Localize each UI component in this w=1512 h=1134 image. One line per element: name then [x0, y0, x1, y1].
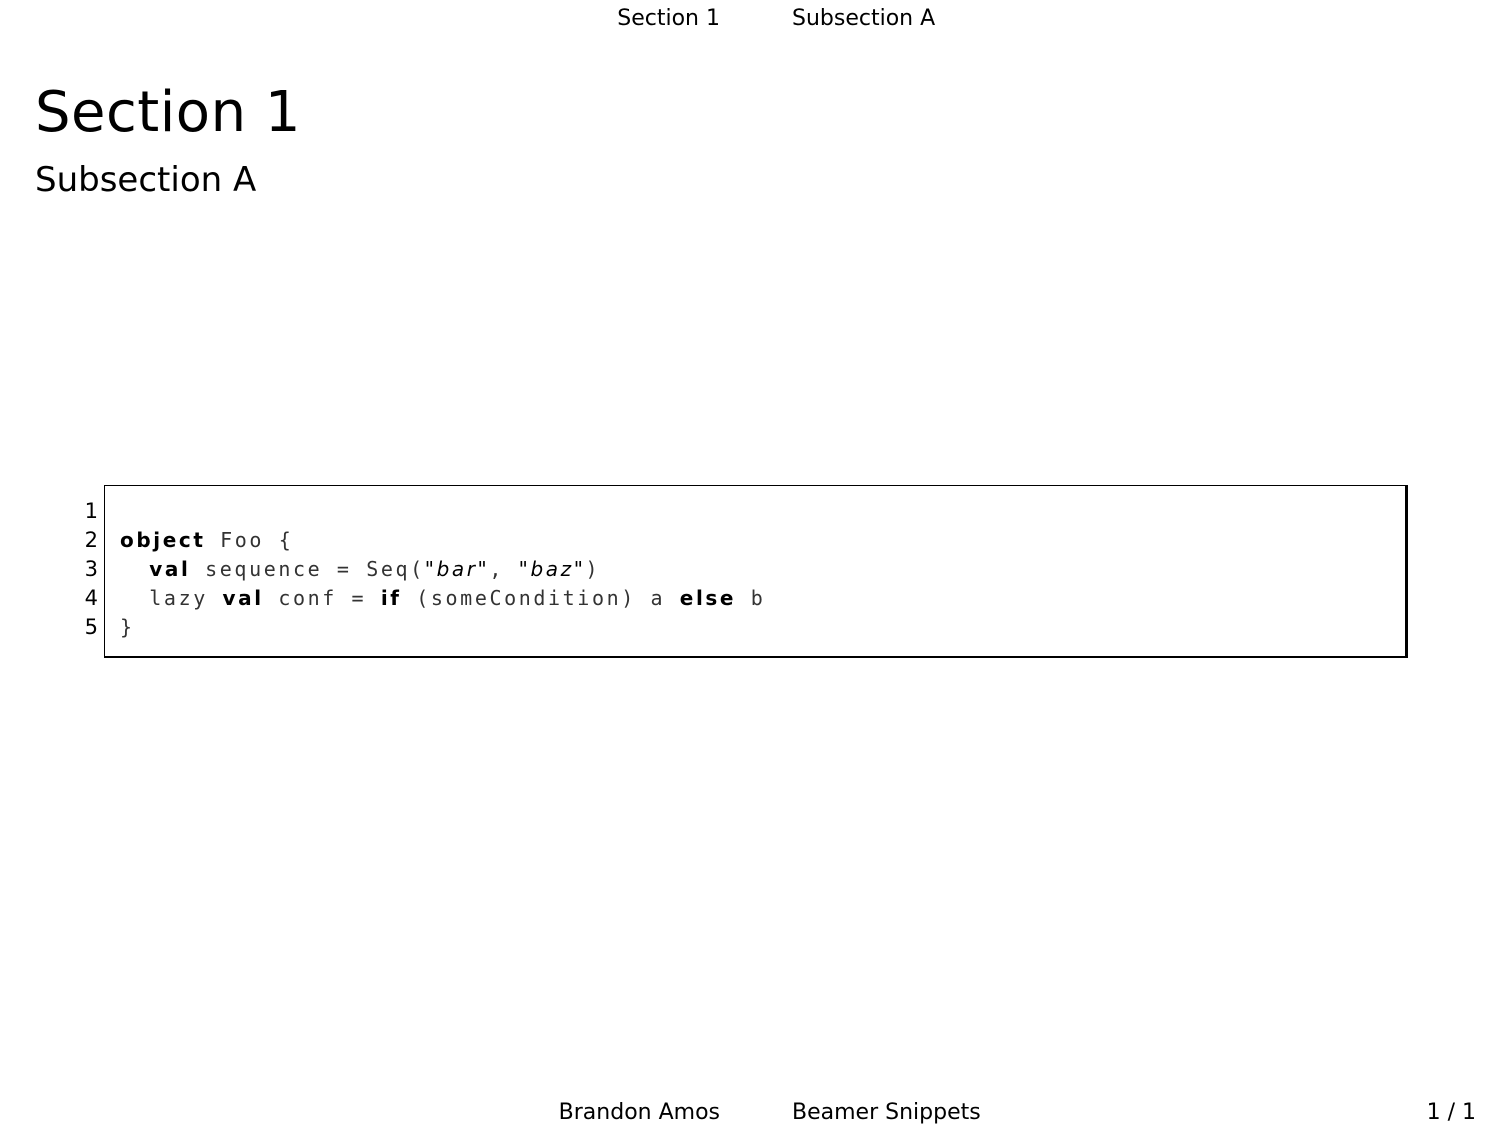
code-string: "baz" — [518, 557, 586, 581]
line-code: val sequence = Seq("bar", "baz") — [120, 555, 600, 584]
line-number: 2 — [84, 528, 98, 552]
code-keyword: val — [149, 557, 191, 581]
code-listing: 1 2 object Foo {3 val sequence = Seq("bar"… — [60, 485, 1410, 659]
code-text: (someCondition) a — [401, 586, 680, 610]
code-text: ) — [585, 557, 601, 581]
code-string: "bar" — [424, 557, 490, 581]
footer-presentation-title: Beamer Snippets — [792, 1100, 981, 1125]
code-keyword: else — [679, 586, 737, 610]
line-code: } — [120, 613, 135, 642]
headline-subsection-link[interactable]: Subsection A — [792, 6, 935, 31]
code-keyword: object — [120, 528, 206, 552]
code-text: conf = — [263, 586, 381, 610]
code-text: lazy — [120, 586, 223, 610]
code-text: sequence = Seq( — [190, 557, 425, 581]
code-text: , — [489, 557, 519, 581]
page-number: 1 / 1 — [1426, 1100, 1476, 1125]
code-line: 3 val sequence = Seq("bar", "baz") — [60, 555, 1410, 584]
code-text: Foo { — [205, 528, 294, 552]
footline: Brandon Amos Beamer Snippets 1 / 1 — [0, 1100, 1512, 1130]
line-code: object Foo { — [120, 526, 293, 555]
code-text: } — [120, 615, 135, 639]
frame-title: Section 1 — [35, 80, 301, 145]
frame-subtitle: Subsection A — [35, 160, 257, 200]
code-keyword: if — [380, 586, 402, 610]
line-number: 4 — [84, 586, 98, 610]
line-code: lazy val conf = if (someCondition) a els… — [120, 584, 765, 613]
line-number: 1 — [84, 499, 98, 523]
code-line: 4 lazy val conf = if (someCondition) a e… — [60, 584, 1410, 613]
code-text: b — [736, 586, 766, 610]
line-number: 5 — [84, 615, 98, 639]
code-line: 5} — [60, 613, 1410, 642]
line-number: 3 — [84, 557, 98, 581]
headline-section-link[interactable]: Section 1 — [617, 6, 720, 31]
code-line: 2 object Foo { — [60, 526, 1410, 555]
code-keyword: val — [222, 586, 264, 610]
headline-navigation: Section 1 Subsection A — [0, 6, 1512, 36]
footer-author: Brandon Amos — [558, 1100, 720, 1125]
code-line: 1 — [60, 497, 1410, 526]
